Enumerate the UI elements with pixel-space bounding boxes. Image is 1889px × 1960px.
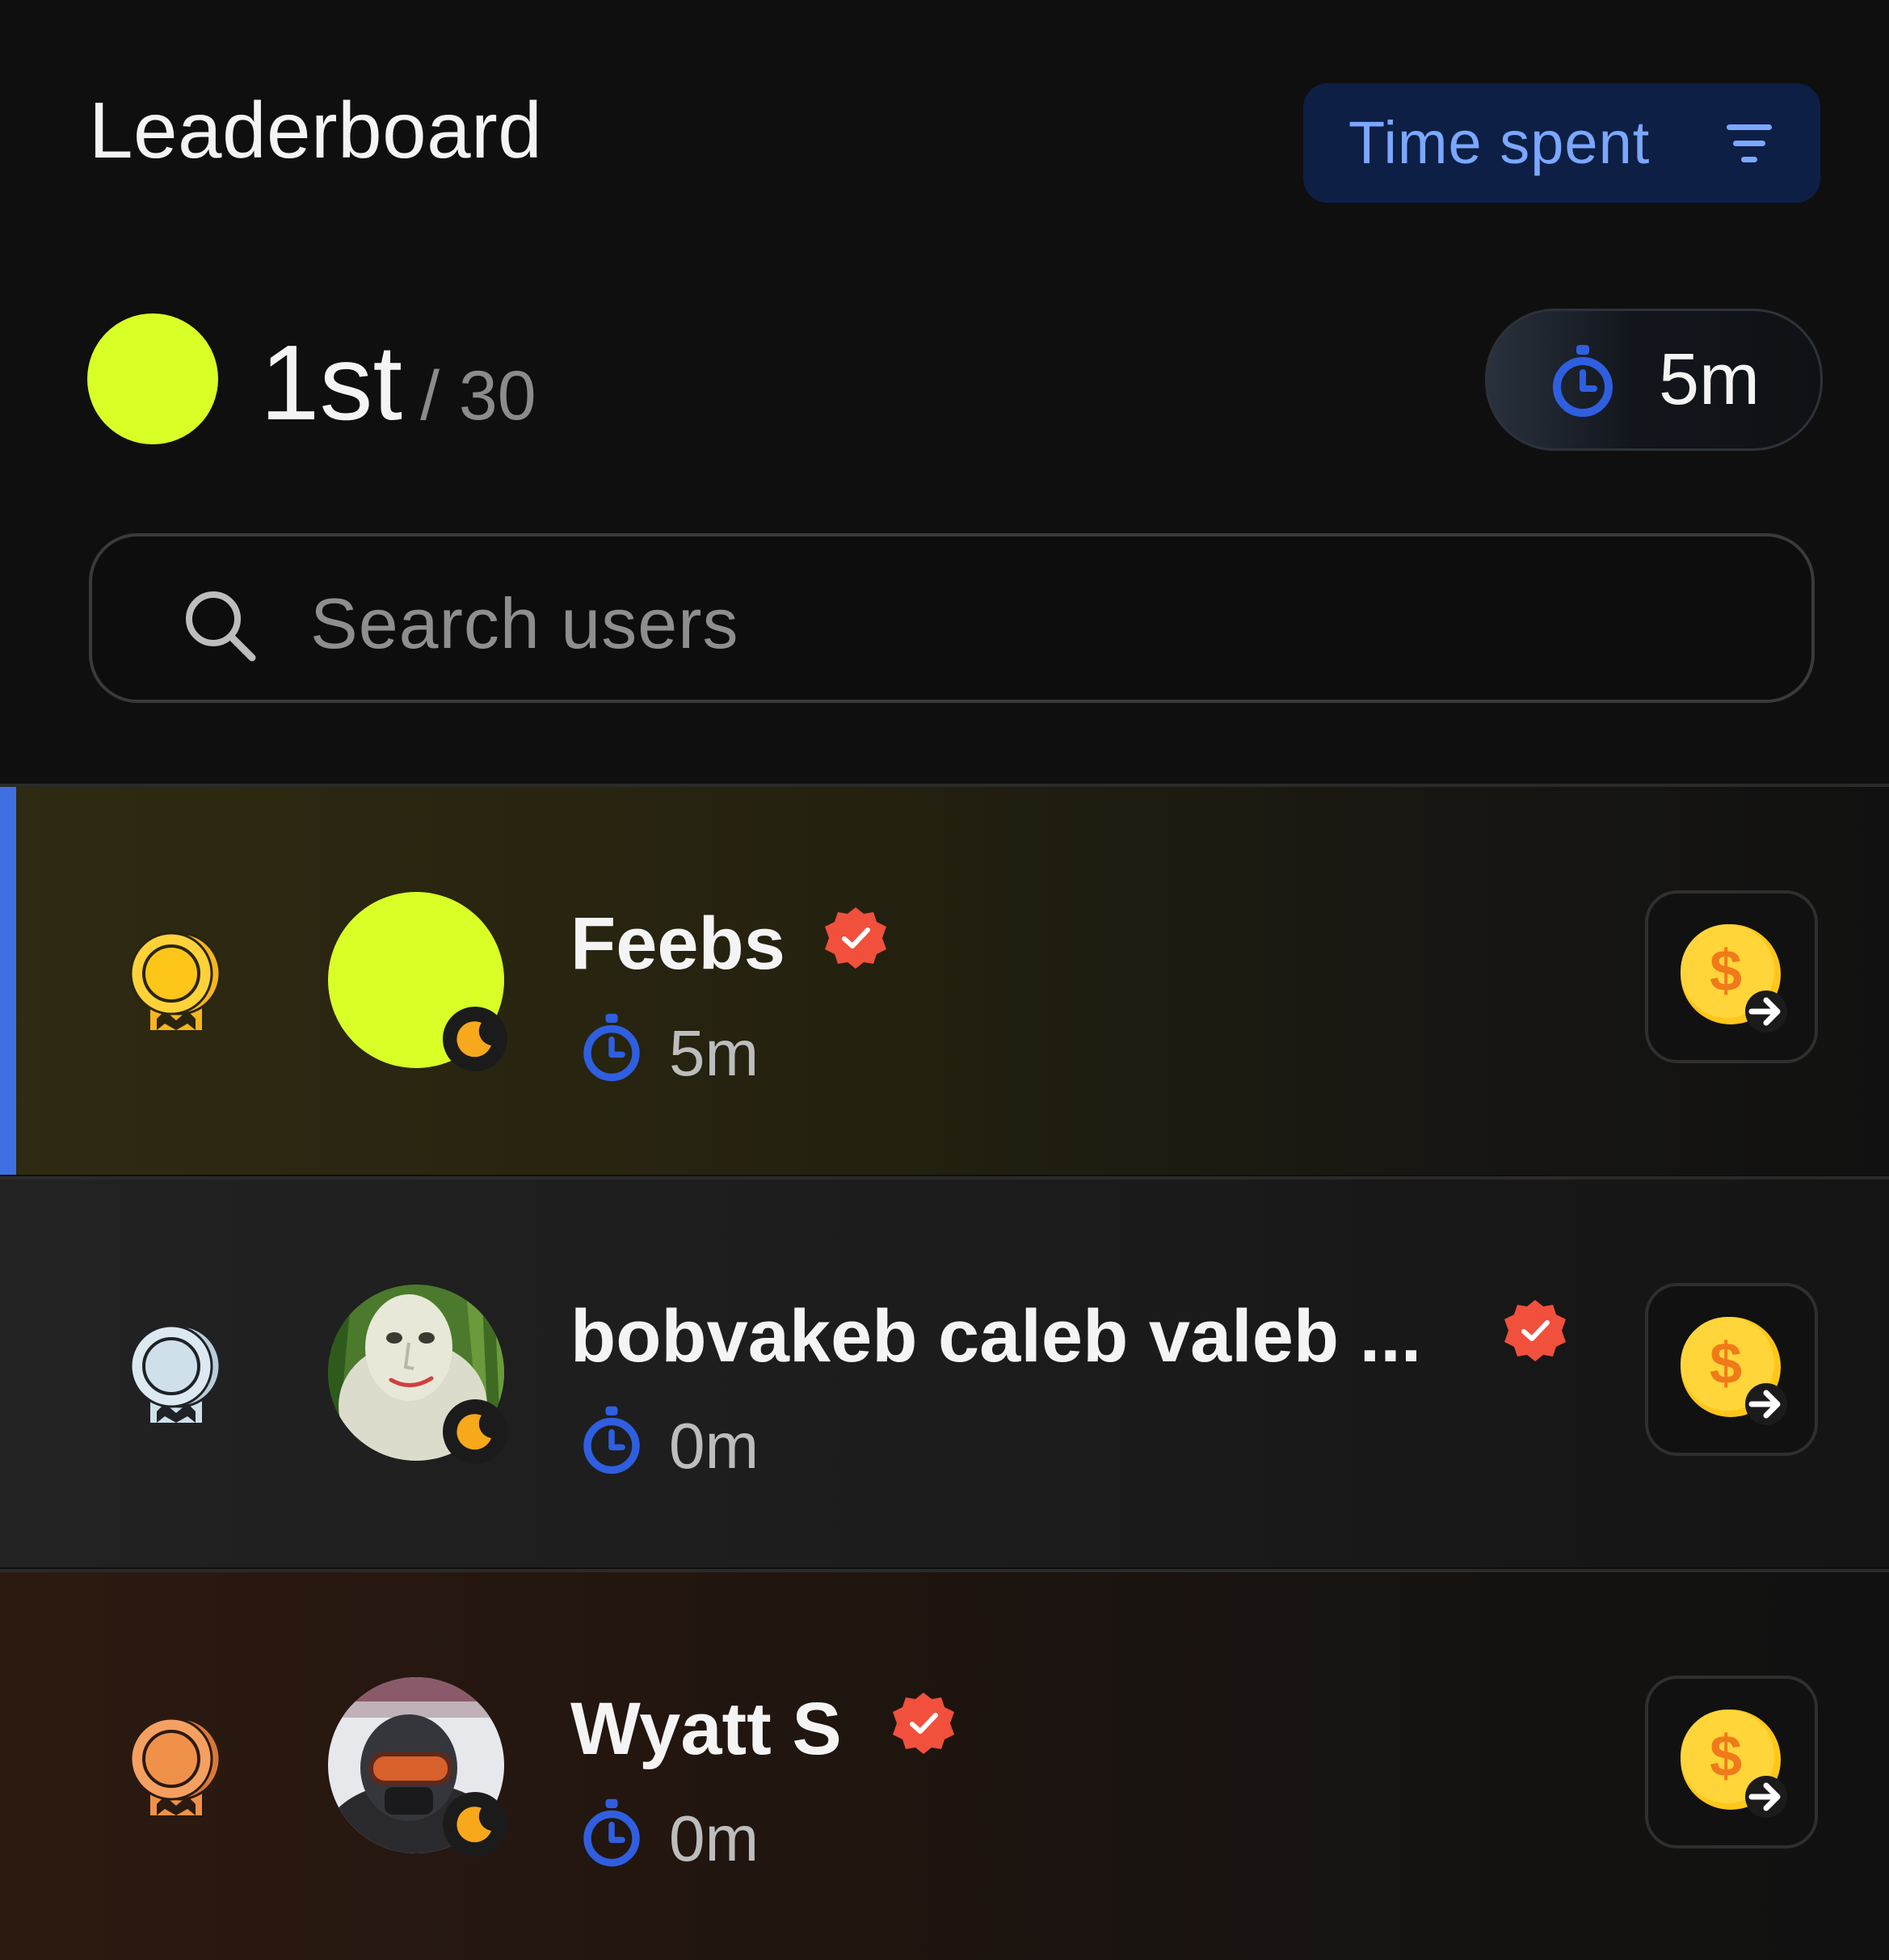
send-coins-button[interactable]: $ — [1645, 1283, 1818, 1456]
coin-transfer-icon: $ — [1681, 924, 1787, 1033]
user-name: Wyatt S — [570, 1688, 842, 1770]
search-input[interactable]: Search users — [89, 533, 1815, 703]
list-item[interactable]: Wyatt S 0m $ — [0, 1569, 1889, 1960]
user-name: Feebs — [570, 902, 785, 985]
verified-badge-icon — [893, 1693, 954, 1754]
search-placeholder: Search users — [310, 583, 739, 663]
verified-badge-icon — [1504, 1300, 1566, 1361]
silver-medal-icon — [129, 1324, 221, 1423]
sort-filter-button[interactable]: Time spent — [1303, 83, 1820, 203]
my-rank-total: / 30 — [420, 357, 536, 435]
user-time: 0m — [669, 1802, 759, 1874]
leaderboard-header: Leaderboard Time spent — [0, 0, 1889, 210]
moon-status-icon — [443, 1007, 507, 1071]
verified-badge-icon — [825, 907, 886, 969]
bronze-medal-icon — [129, 1717, 221, 1815]
stopwatch-icon — [583, 1406, 640, 1474]
coin-transfer-icon: $ — [1681, 1710, 1787, 1818]
my-rank-place: 1st — [260, 323, 403, 442]
my-time-pill: 5m — [1485, 309, 1823, 451]
user-time: 0m — [669, 1410, 759, 1482]
sort-filter-label: Time spent — [1348, 109, 1651, 176]
svg-text:$: $ — [1710, 1331, 1742, 1396]
stopwatch-icon — [1553, 345, 1613, 417]
my-time-value: 5m — [1659, 339, 1761, 420]
current-user-indicator — [0, 787, 16, 1175]
svg-text:$: $ — [1710, 939, 1742, 1003]
svg-text:$: $ — [1710, 1724, 1742, 1789]
gold-medal-icon — [129, 932, 221, 1030]
my-rank: 1st/ 30 — [260, 330, 536, 436]
stopwatch-icon — [583, 1798, 640, 1867]
moon-status-icon — [443, 1792, 507, 1857]
list-item[interactable]: Feebs 5m $ — [0, 784, 1889, 1175]
user-time: 5m — [669, 1017, 759, 1089]
moon-status-icon — [443, 1399, 507, 1464]
coin-transfer-icon: $ — [1681, 1317, 1787, 1425]
page-title: Leaderboard — [89, 86, 543, 175]
filter-lines-icon — [1727, 124, 1772, 162]
my-avatar[interactable] — [87, 313, 218, 444]
list-item[interactable]: bobvakeb caleb valeb ... 0m $ — [0, 1176, 1889, 1567]
user-name: bobvakeb caleb valeb ... — [570, 1295, 1422, 1377]
send-coins-button[interactable]: $ — [1645, 890, 1818, 1063]
send-coins-button[interactable]: $ — [1645, 1676, 1818, 1849]
stopwatch-icon — [583, 1013, 640, 1082]
search-icon — [186, 591, 256, 662]
